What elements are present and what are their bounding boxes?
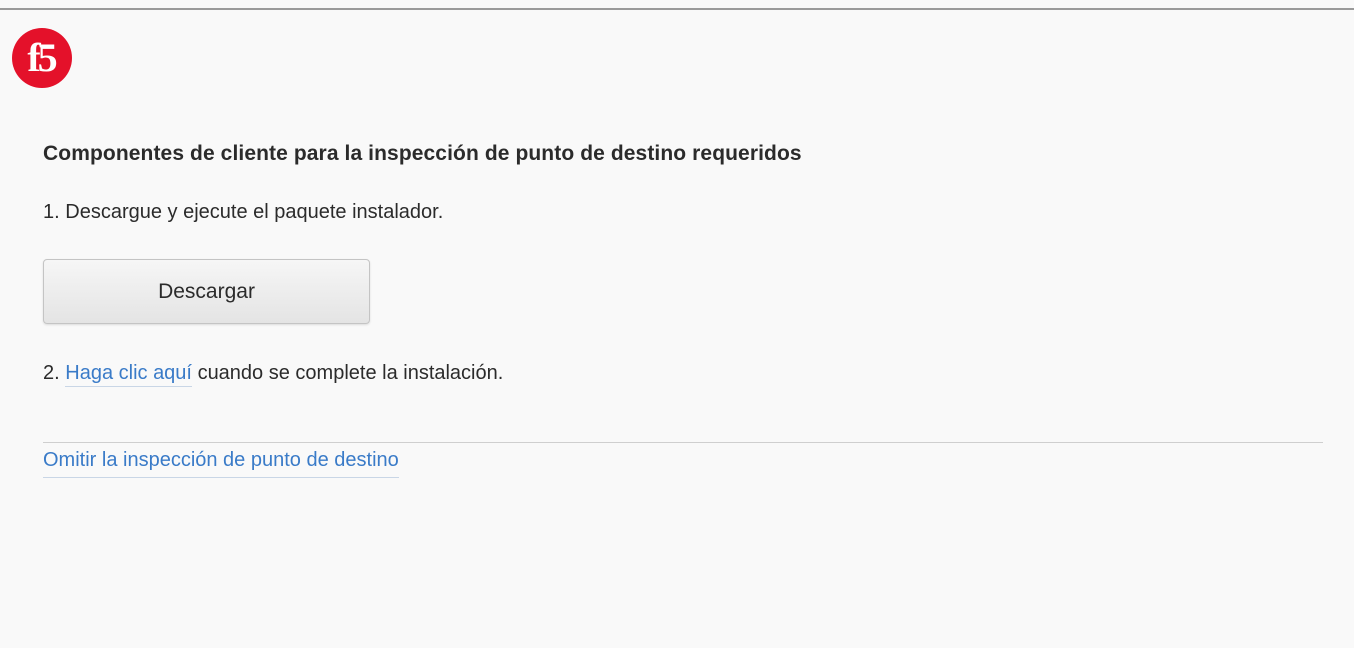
top-border bbox=[0, 8, 1354, 10]
download-button[interactable]: Descargar bbox=[43, 259, 370, 324]
f5-logo: f5 bbox=[10, 27, 74, 89]
step-2: 2. Haga clic aquí cuando se complete la … bbox=[43, 358, 1323, 388]
logo-lettering: f5 bbox=[27, 35, 56, 80]
main-content: Componentes de cliente para la inspecció… bbox=[43, 138, 1323, 478]
step-2-text: cuando se complete la instalación. bbox=[197, 362, 504, 384]
skip-inspection-link[interactable]: Omitir la inspección de punto de destino bbox=[43, 445, 399, 478]
f5-logo-icon: f5 bbox=[12, 28, 72, 88]
click-here-link[interactable]: Haga clic aquí bbox=[65, 362, 192, 387]
step-2-number: 2. bbox=[43, 362, 60, 384]
step-1-number: 1. bbox=[43, 201, 60, 223]
divider bbox=[43, 442, 1323, 443]
page-heading: Componentes de cliente para la inspecció… bbox=[43, 142, 802, 165]
step-1-text: Descargue y ejecute el paquete instalado… bbox=[65, 201, 444, 223]
step-1: 1. Descargue y ejecute el paquete instal… bbox=[43, 197, 1323, 227]
